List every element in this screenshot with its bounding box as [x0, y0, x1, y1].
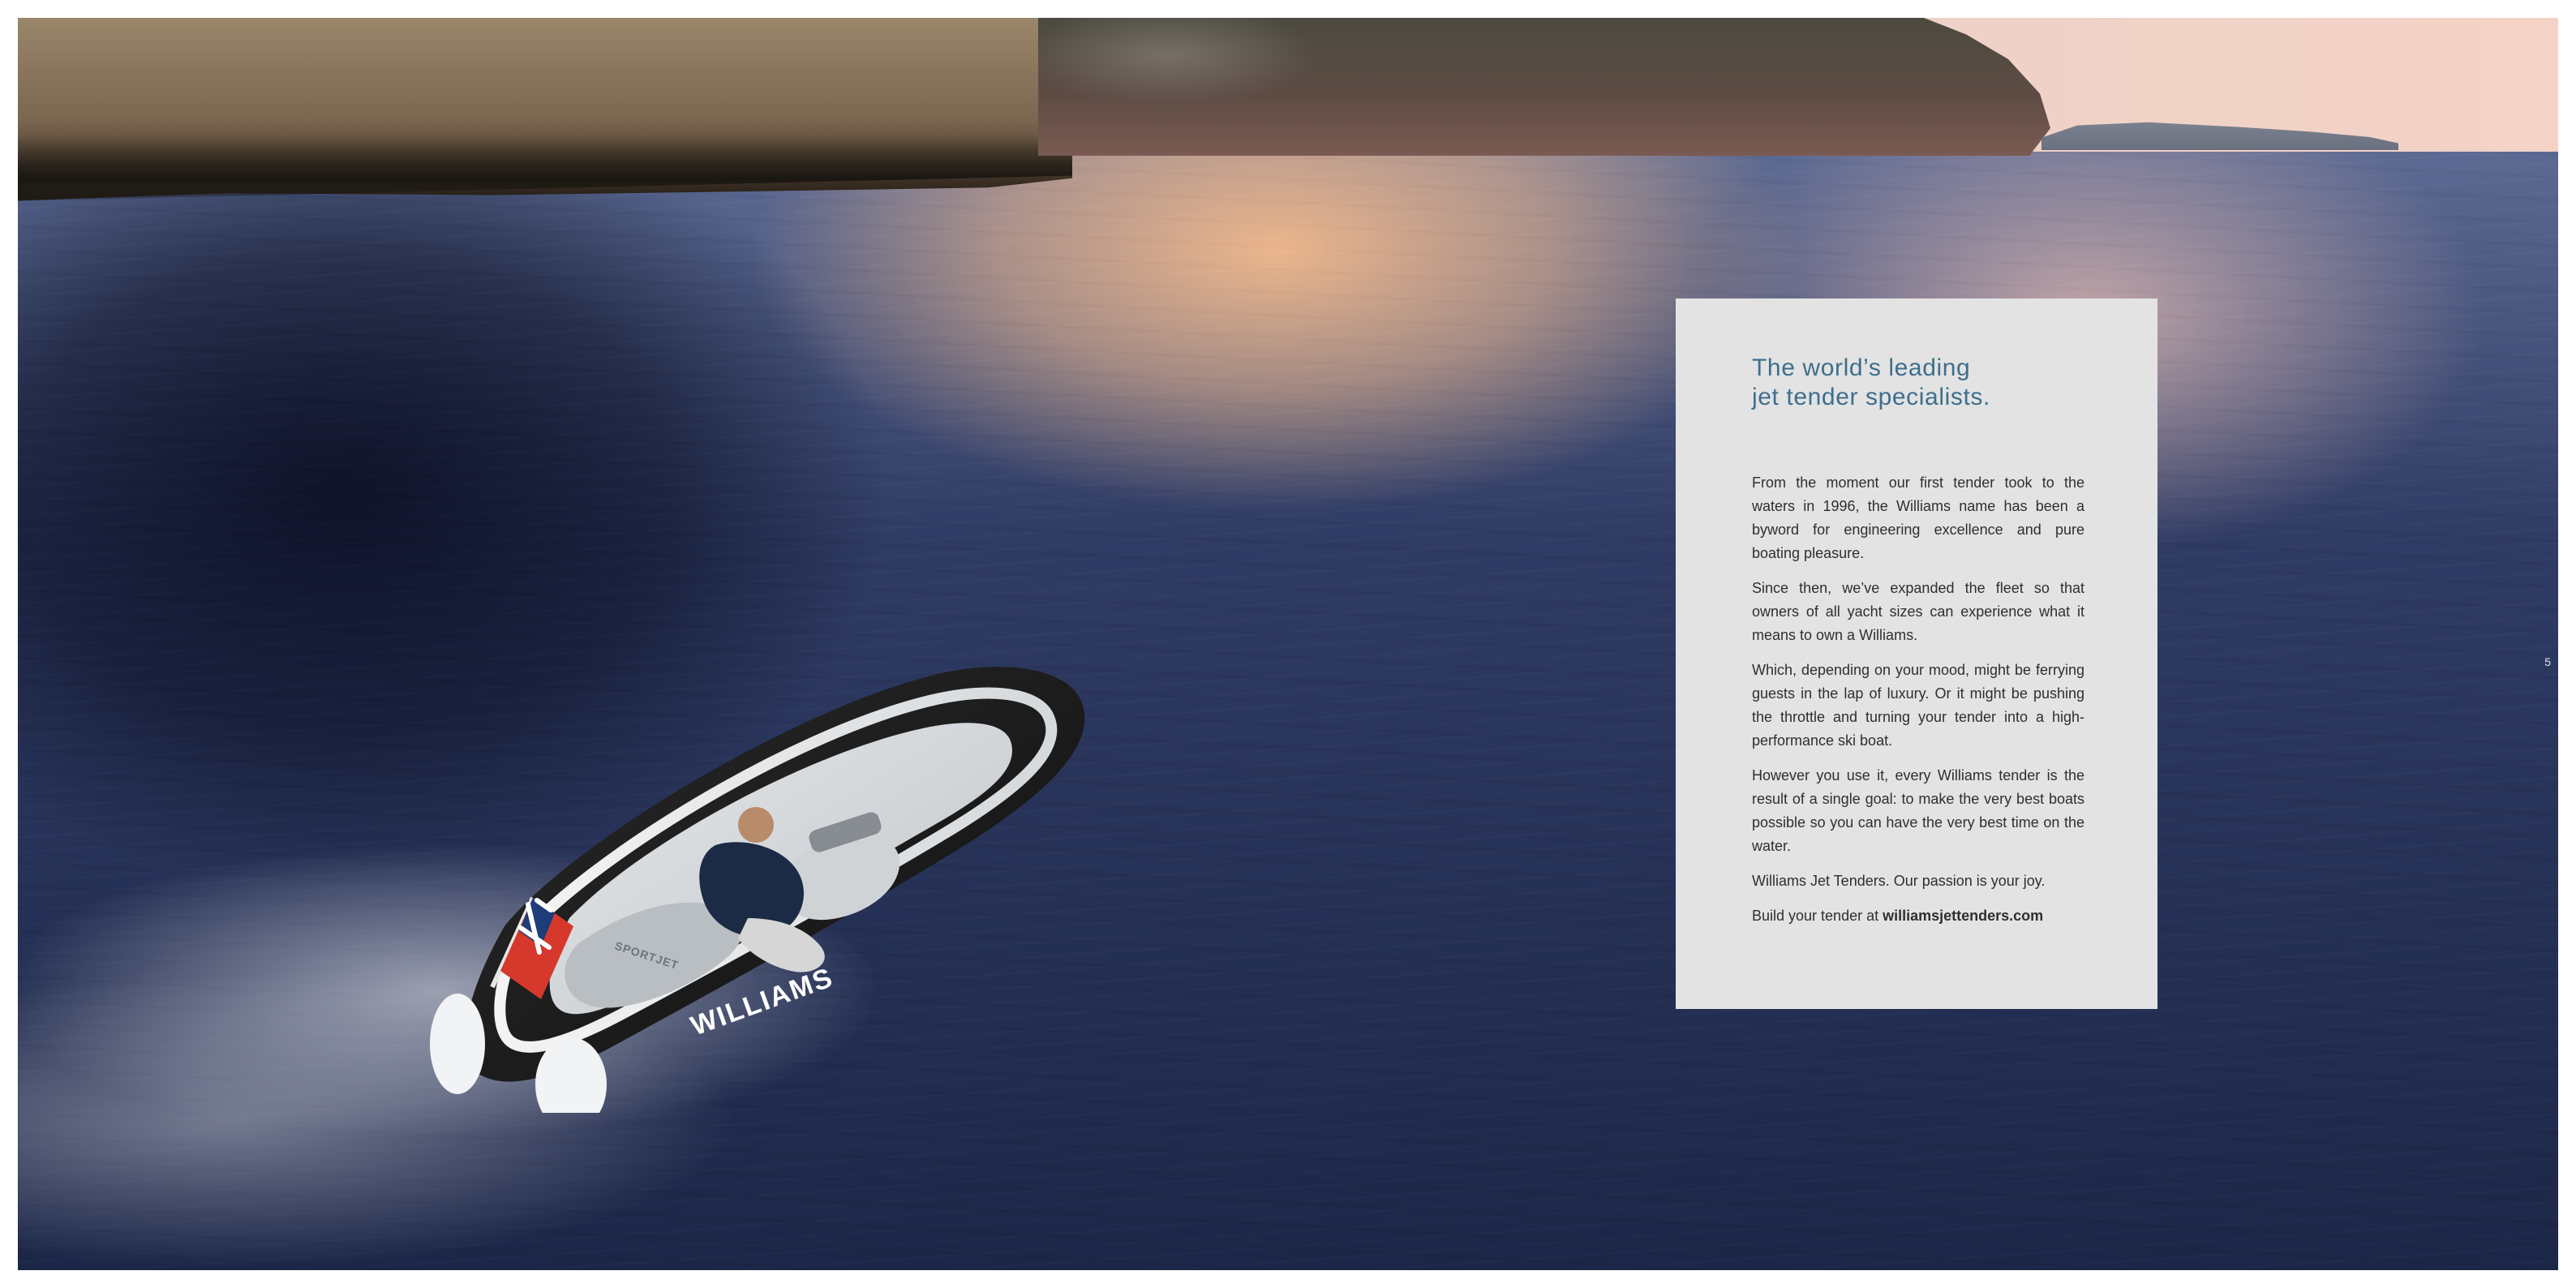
paragraph-3: Which, depending on your mood, might be …: [1752, 662, 2084, 749]
paragraph-1: From the moment our first tender took to…: [1752, 474, 2084, 561]
paragraph-2: Since then, we’ve expanded the fleet so …: [1752, 580, 2084, 643]
title-line-1: The world’s leading: [1752, 354, 1971, 381]
paragraph-5: Williams Jet Tenders. Our passion is you…: [1752, 873, 2046, 889]
paragraph-4: However you use it, every Williams tende…: [1752, 767, 2084, 854]
title-line-2: jet tender specialists.: [1752, 384, 1990, 410]
cta-paragraph: Build your tender at williamsjettenders.…: [1752, 904, 2084, 928]
page-number: 5: [2544, 655, 2551, 668]
card-body: From the moment our first tender took to…: [1752, 471, 2084, 939]
fender: [430, 994, 485, 1094]
williams-jet-tender: WILLIAMS SPORTJET: [430, 667, 1085, 1113]
text-card: The world’s leading jet tender specialis…: [1676, 298, 2157, 1009]
card-title: The world’s leading jet tender specialis…: [1752, 354, 2109, 412]
cta-prefix: Build your tender at: [1752, 908, 1883, 924]
brochure-spread: WILLIAMS SPORTJET The world’s leading je…: [18, 18, 2558, 1270]
headland-with-village: [1038, 18, 2050, 156]
website-link[interactable]: williamsjettenders.com: [1883, 908, 2043, 924]
driver-head: [738, 807, 774, 843]
